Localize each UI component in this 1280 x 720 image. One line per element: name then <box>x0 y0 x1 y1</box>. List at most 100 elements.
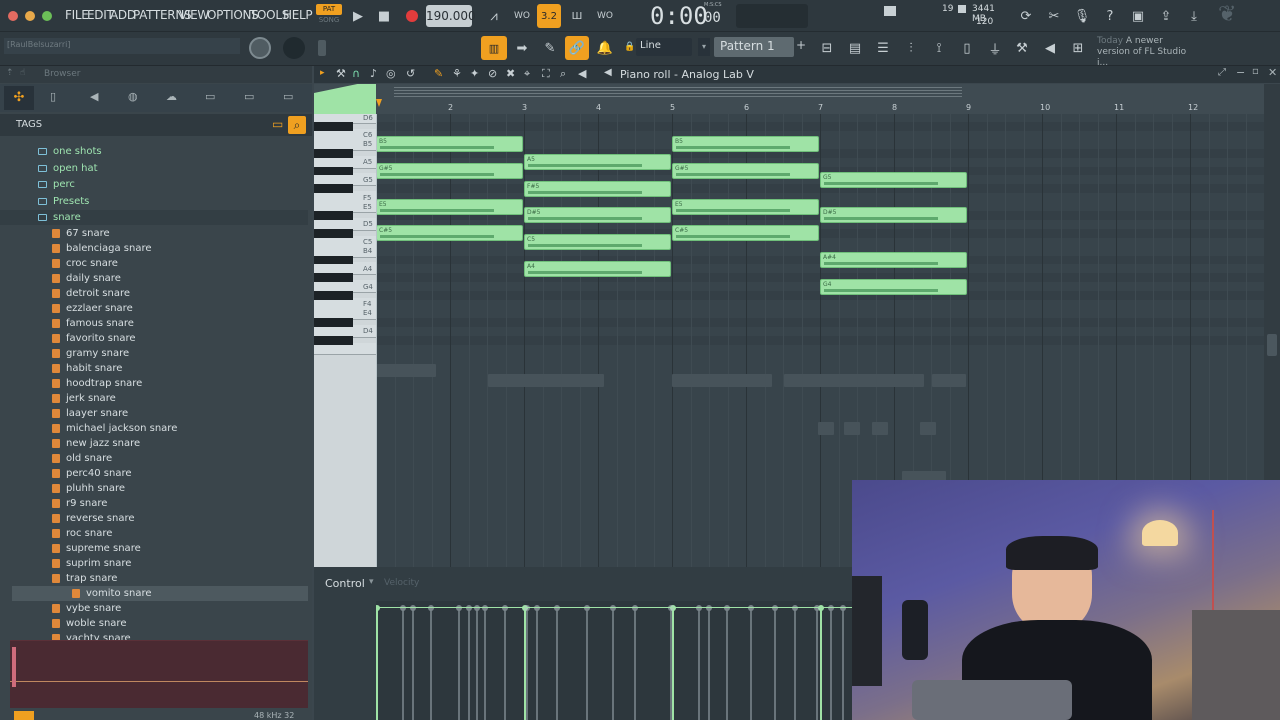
mixer-button[interactable]: ⫶ <box>899 36 923 60</box>
pattern-selector[interactable]: Pattern 1 <box>714 37 794 57</box>
chevron-right-icon[interactable]: ▸ <box>320 68 325 78</box>
step-edit-button[interactable]: Ш <box>565 4 589 28</box>
black-key[interactable] <box>314 122 353 131</box>
file-item[interactable]: supreme snare <box>52 541 141 556</box>
black-key[interactable] <box>314 228 353 238</box>
folder-item[interactable]: perc <box>38 177 75 192</box>
black-key[interactable] <box>314 184 353 194</box>
record-target-icon[interactable]: ◎ <box>386 67 396 80</box>
stop-button[interactable]: ■ <box>372 4 396 28</box>
arrow-button[interactable]: ➡ <box>510 36 534 60</box>
plugin-tab-icon[interactable]: ◀ <box>90 90 98 103</box>
maximize-icon[interactable]: ▫ <box>1252 66 1259 77</box>
play-button[interactable]: ▶ <box>346 4 370 28</box>
note[interactable]: C5 <box>524 234 671 251</box>
wrench-tool-icon[interactable]: ⚒ <box>336 67 346 80</box>
add-pattern-icon[interactable]: + <box>796 38 808 56</box>
file-item[interactable]: gramy snare <box>52 346 129 361</box>
note[interactable]: E5 <box>376 198 523 215</box>
metronome-stamp-button[interactable]: 🔔 <box>593 36 617 60</box>
menu-file[interactable]: FILE <box>65 8 89 22</box>
zoom-tool-icon[interactable]: ⛶ <box>542 67 550 81</box>
folder2-tab-icon[interactable]: ▭ <box>244 90 254 103</box>
wait-input-button[interactable]: WO <box>510 4 534 28</box>
note[interactable]: B5 <box>376 136 523 153</box>
file-item[interactable]: habit snare <box>52 361 122 376</box>
slice-tool-icon[interactable]: ✖ <box>506 67 515 80</box>
scroll-thumb[interactable] <box>1267 334 1277 356</box>
tool-button[interactable]: ⚒ <box>1010 36 1034 60</box>
black-key[interactable] <box>314 211 353 220</box>
file-item[interactable]: croc snare <box>52 256 118 271</box>
note-icon[interactable]: ♪ <box>370 67 377 80</box>
menu-add[interactable]: ADD <box>110 8 136 22</box>
file-item[interactable]: favorito snare <box>52 331 136 346</box>
plugin-picker-button[interactable]: ⟟ <box>927 36 951 60</box>
file-item[interactable]: reverse snare <box>52 511 135 526</box>
export-button[interactable]: ⇪ <box>1154 4 1178 28</box>
menu-view[interactable]: VIEW <box>179 8 209 22</box>
file-item[interactable]: laayer snare <box>52 406 128 421</box>
file-item[interactable]: suprim snare <box>52 556 131 571</box>
maximize-dot-icon[interactable] <box>42 11 52 21</box>
master-pitch-knob[interactable] <box>283 37 305 59</box>
file-item[interactable]: r9 snare <box>52 496 107 511</box>
magnet-icon[interactable]: ∩ <box>352 67 360 80</box>
file-item[interactable]: ezzlaer snare <box>52 301 133 316</box>
file-item[interactable]: detroit snare <box>52 286 130 301</box>
note[interactable]: G4 <box>820 278 967 295</box>
file-item[interactable]: roc snare <box>52 526 112 541</box>
hand-icon[interactable]: ☝ <box>20 68 25 78</box>
metronome-button[interactable]: ⩘ <box>482 4 506 28</box>
time-display[interactable]: 0:00 00 M:S:CS <box>648 2 728 30</box>
file-item[interactable]: daily snare <box>52 271 121 286</box>
all-tab-icon[interactable]: ✣ <box>4 86 34 110</box>
loop-marker[interactable] <box>394 87 962 97</box>
arrow-up-icon[interactable]: ⇡ <box>6 68 14 78</box>
black-key[interactable] <box>314 273 353 283</box>
velocity-handle[interactable] <box>818 605 824 720</box>
note[interactable]: C#5 <box>672 225 819 242</box>
folder-item[interactable]: open hat <box>38 161 98 176</box>
file-item[interactable]: vybe snare <box>52 601 121 616</box>
chevron-down-icon[interactable]: ▾ <box>369 577 374 587</box>
chevron-down-icon[interactable]: ▾ <box>698 38 710 56</box>
master-volume-knob[interactable] <box>249 37 271 59</box>
speaker-icon[interactable]: ◀ <box>604 67 612 78</box>
piano-roll-title[interactable]: Piano roll - Analog Lab V <box>620 68 754 81</box>
minimize-icon[interactable]: − <box>1236 66 1245 79</box>
plugin-button[interactable]: ⏚ <box>983 36 1007 60</box>
folder-tab-icon[interactable]: ▭ <box>205 90 215 103</box>
cut-tool-button[interactable]: ✂ <box>1042 4 1066 28</box>
file-item[interactable]: woble snare <box>52 616 126 631</box>
file-item[interactable]: old snare <box>52 451 112 466</box>
document-tab-icon[interactable]: ▯ <box>50 90 56 103</box>
select-tool-icon[interactable]: ⌖ <box>524 67 530 81</box>
folder-item[interactable]: one shots <box>38 144 102 159</box>
pat-song-switch[interactable]: PAT SONG <box>316 4 342 28</box>
playhead-icon[interactable] <box>376 99 382 107</box>
snap-mode-select[interactable]: Line <box>636 38 692 56</box>
folder-item[interactable]: Presets <box>38 194 89 209</box>
folder3-tab-icon[interactable]: ▭ <box>283 90 293 103</box>
browser-button[interactable]: ▯ <box>955 36 979 60</box>
note[interactable]: A#4 <box>820 251 967 268</box>
draw-button[interactable]: ✎ <box>538 36 562 60</box>
velocity-handle[interactable] <box>376 605 380 720</box>
note[interactable]: B5 <box>672 136 819 153</box>
news-panel[interactable]: Today A newer version of FL Studio i... <box>1097 36 1197 69</box>
black-key[interactable] <box>314 255 353 265</box>
brush-tool-icon[interactable]: ⚘ <box>452 67 462 80</box>
note[interactable]: D#5 <box>524 207 671 224</box>
file-item[interactable]: new jazz snare <box>52 436 140 451</box>
playback-tool-icon[interactable]: ◀ <box>578 67 586 80</box>
master-slider[interactable] <box>318 40 326 56</box>
help-button[interactable]: ? <box>1098 4 1122 28</box>
menu-help[interactable]: HELP <box>283 8 313 22</box>
note[interactable]: F#5 <box>524 180 671 197</box>
black-key[interactable] <box>314 291 353 300</box>
download-button[interactable]: ⤓ <box>1182 4 1206 28</box>
record-button[interactable] <box>400 4 424 28</box>
mute-tool-icon[interactable]: ⊘ <box>488 67 497 80</box>
file-item[interactable]: balenciaga snare <box>52 241 152 256</box>
